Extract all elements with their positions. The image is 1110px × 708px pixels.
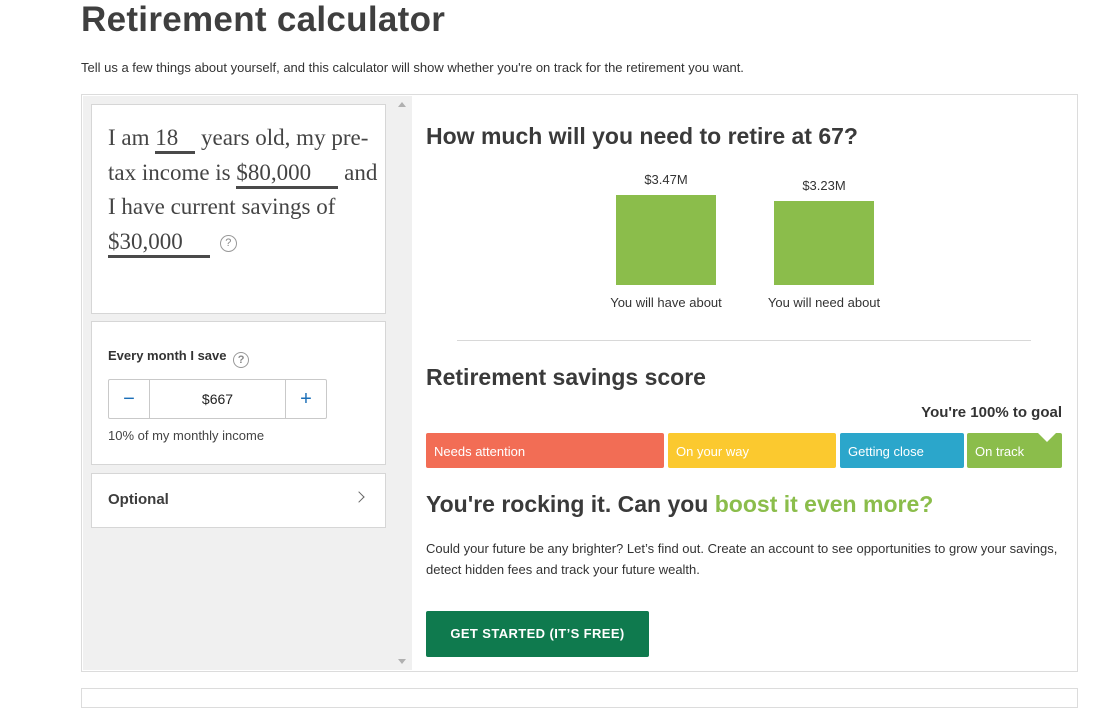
have-caption: You will have about [610, 295, 722, 310]
optional-section-toggle[interactable]: Optional [91, 473, 386, 528]
on-track-label: On track [975, 444, 1025, 459]
score-indicator-icon [1038, 433, 1056, 442]
increase-button[interactable]: + [285, 380, 326, 418]
panel-scrollbar[interactable] [394, 96, 412, 670]
scroll-down-icon[interactable] [398, 659, 406, 664]
need-bar-group: $3.23M You will need about [749, 178, 899, 310]
calculator-frame: I am 18 years old, my pre-tax income is … [81, 94, 1078, 672]
monthly-savings-label-row: Every month I save ? [108, 348, 250, 368]
age-input[interactable]: 18 [155, 125, 196, 154]
need-value: $3.23M [802, 178, 846, 193]
scroll-up-icon[interactable] [398, 102, 406, 107]
monthly-savings-stepper: − $667 + [108, 379, 327, 419]
intro-text-1: I am [108, 125, 150, 150]
income-input[interactable]: $80,000 [236, 160, 339, 189]
page-subtitle: Tell us a few things about yourself, and… [81, 60, 744, 75]
score-segment-getting-close: Getting close [840, 433, 964, 468]
page-title: Retirement calculator [81, 0, 446, 39]
monthly-savings-card: Every month I save ? − $667 + 10% of my … [91, 321, 386, 465]
savings-help-icon[interactable]: ? [219, 234, 237, 252]
section-divider [457, 340, 1031, 341]
optional-label: Optional [108, 491, 169, 508]
boost-heading-lead: You're rocking it. Can you [426, 491, 715, 517]
boost-description: Could your future be any brighter? Let’s… [426, 541, 1058, 577]
boost-heading: You're rocking it. Can you boost it even… [426, 491, 933, 518]
have-bar [616, 195, 716, 285]
goal-percentage: You're 100% to goal [921, 404, 1062, 421]
score-segment-needs-attention: Needs attention [426, 433, 664, 468]
score-segment-on-track: On track [967, 433, 1062, 468]
intro-card: I am 18 years old, my pre-tax income is … [91, 104, 386, 314]
intro-sentence: I am 18 years old, my pre-tax income is … [108, 121, 378, 259]
need-caption: You will need about [767, 295, 881, 310]
monthly-help-icon[interactable]: ? [233, 352, 250, 368]
boost-heading-highlight: boost it even more? [714, 491, 934, 517]
score-segment-on-your-way: On your way [668, 433, 836, 468]
income-percentage-note: 10% of my monthly income [108, 428, 265, 443]
next-section-frame [81, 688, 1078, 708]
monthly-savings-label: Every month I save [108, 348, 227, 363]
savings-input[interactable]: $30,000 [108, 229, 210, 258]
monthly-savings-input[interactable]: $667 [150, 380, 285, 418]
retirement-need-heading: How much will you need to retire at 67? [426, 123, 858, 149]
have-bar-group: $3.47M You will have about [591, 172, 741, 310]
inputs-panel: I am 18 years old, my pre-tax income is … [83, 96, 412, 670]
need-bar [774, 201, 874, 285]
chevron-right-icon [353, 491, 365, 503]
decrease-button[interactable]: − [109, 380, 150, 418]
have-value: $3.47M [644, 172, 688, 187]
results-panel: How much will you need to retire at 67? … [412, 95, 1077, 671]
score-heading: Retirement savings score [426, 364, 706, 390]
get-started-button[interactable]: GET STARTED (IT’S FREE) [426, 611, 649, 657]
